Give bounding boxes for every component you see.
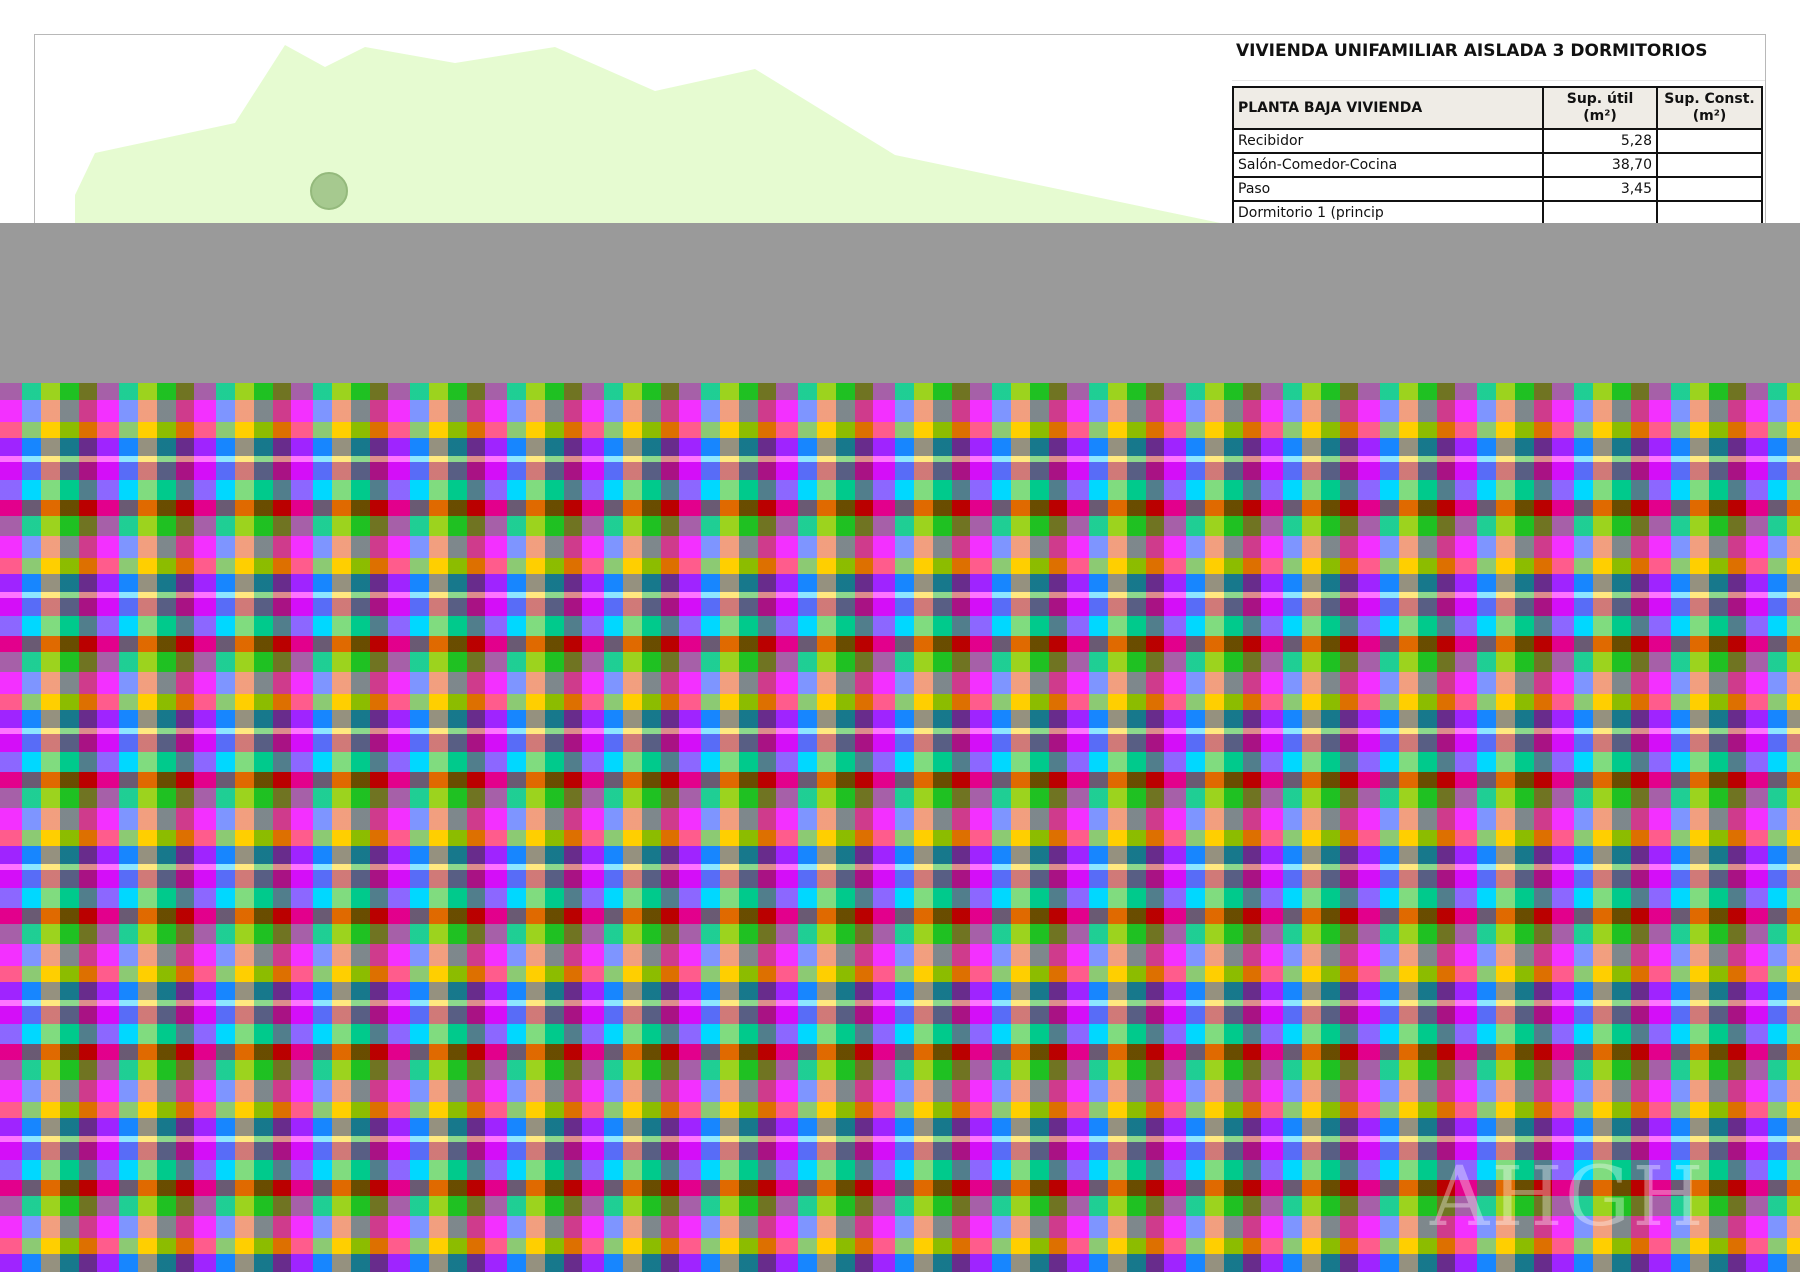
image-loading-gray-band [0, 223, 1800, 383]
table-row: Dormitorio 1 (princip [1232, 200, 1763, 226]
header-useful-area: Sup. útil (m²) [1542, 86, 1658, 130]
table-title: VIVIENDA UNIFAMILIAR AISLADA 3 DORMITORI… [1232, 35, 1765, 81]
header-section: PLANTA BAJA VIVIENDA [1232, 86, 1544, 130]
lawn-area [75, 45, 1230, 225]
built-area-value [1656, 200, 1763, 226]
built-area-value [1656, 176, 1763, 202]
useful-area-value: 3,45 [1542, 176, 1658, 202]
watermark-text: AHGH [1430, 1150, 1706, 1245]
table-row: Paso 3,45 [1232, 176, 1763, 202]
room-name: Salón-Comedor-Cocina [1232, 152, 1544, 178]
table-header-row: PLANTA BAJA VIVIENDA Sup. útil (m²) Sup.… [1232, 86, 1763, 130]
area-table-panel: VIVIENDA UNIFAMILIAR AISLADA 3 DORMITORI… [1232, 35, 1765, 226]
built-area-value [1656, 128, 1763, 154]
useful-area-value [1542, 200, 1658, 226]
built-area-value [1656, 152, 1763, 178]
tree-icon [310, 172, 348, 210]
corrupted-image-region [0, 383, 1800, 1272]
site-plan-drawing [75, 45, 1230, 225]
room-name: Paso [1232, 176, 1544, 202]
room-name: Dormitorio 1 (princip [1232, 200, 1544, 226]
header-built-area: Sup. Const. (m²) [1656, 86, 1763, 130]
useful-area-value: 5,28 [1542, 128, 1658, 154]
area-table: PLANTA BAJA VIVIENDA Sup. útil (m²) Sup.… [1232, 86, 1763, 226]
table-row: Salón-Comedor-Cocina 38,70 [1232, 152, 1763, 178]
table-row: Recibidor 5,28 [1232, 128, 1763, 154]
room-name: Recibidor [1232, 128, 1544, 154]
useful-area-value: 38,70 [1542, 152, 1658, 178]
